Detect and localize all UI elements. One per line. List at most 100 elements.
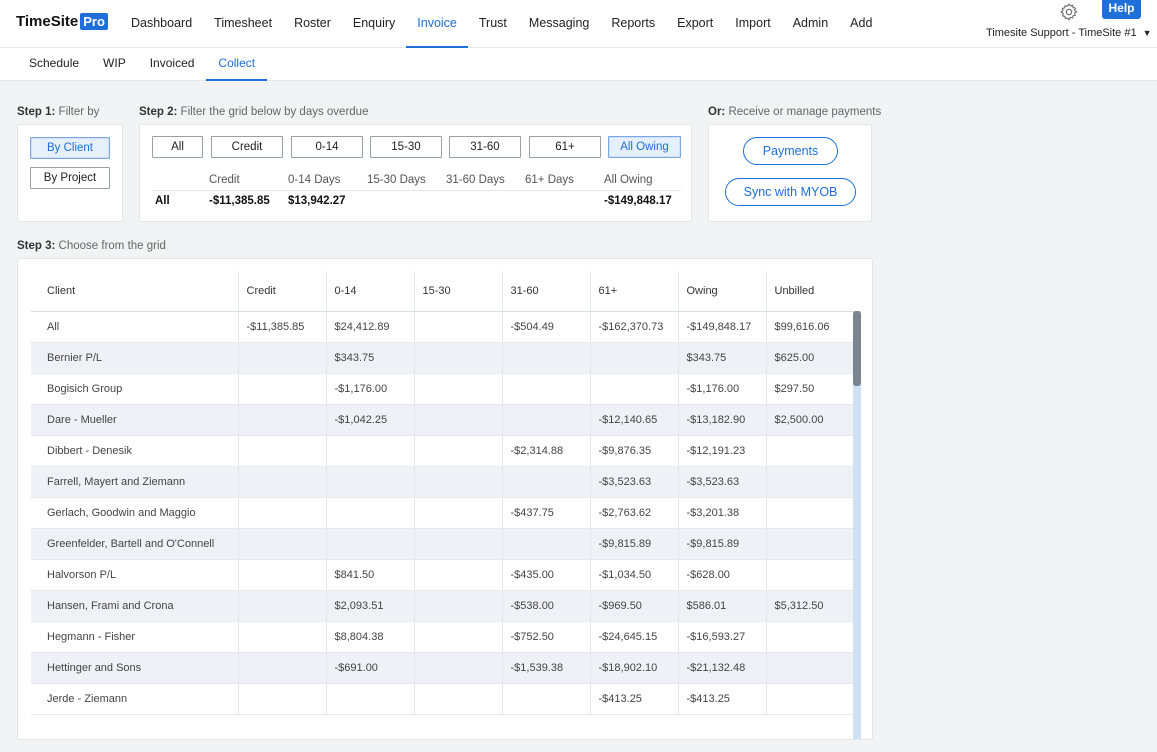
table-row[interactable]: Farrell, Mayert and Ziemann -$3,523.63 -$3… bbox=[31, 466, 861, 498]
table-body: All -$11,385.85 $24,412.89 -$504.49 -$162,37… bbox=[31, 311, 861, 715]
days-overdue-panel: All Credit 0-14 15-30 31-60 61+ All Owin… bbox=[139, 124, 692, 222]
by-project-button[interactable]: By Project bbox=[30, 167, 110, 189]
cell-unbilled bbox=[766, 435, 861, 467]
help-button[interactable]: Help bbox=[1102, 0, 1141, 19]
table-row[interactable]: All -$11,385.85 $24,412.89 -$504.49 -$162,37… bbox=[31, 311, 861, 343]
table-row[interactable]: Gerlach, Goodwin and Maggio -$437.75 -$2,7… bbox=[31, 497, 861, 529]
table-row[interactable]: Greenfelder, Bartell and O'Connell -$9,81… bbox=[31, 528, 861, 560]
cell-0-14: $8,804.38 bbox=[326, 621, 415, 653]
cell-owing: -$3,523.63 bbox=[678, 466, 767, 498]
table-row[interactable]: Hansen, Frami and Crona $2,093.51 -$538.00… bbox=[31, 590, 861, 622]
client-grid: Client Credit 0-14 15-30 31-60 61+ Owing… bbox=[31, 271, 861, 715]
cell-15-30 bbox=[414, 373, 503, 405]
nav-timesheet[interactable]: Timesheet bbox=[203, 0, 283, 48]
nav-messaging[interactable]: Messaging bbox=[518, 0, 600, 48]
filter-all-button[interactable]: All bbox=[152, 136, 203, 158]
table-row[interactable]: Dibbert - Denesik -$2,314.88 -$9,876.35 -$1… bbox=[31, 435, 861, 467]
cell-61-plus: -$1,034.50 bbox=[590, 559, 679, 591]
nav-invoice[interactable]: Invoice bbox=[406, 0, 468, 48]
nav-enquiry[interactable]: Enquiry bbox=[342, 0, 406, 48]
cell-0-14 bbox=[326, 683, 415, 715]
gear-icon[interactable] bbox=[1059, 2, 1079, 22]
filter-all-owing-button[interactable]: All Owing bbox=[608, 136, 681, 158]
cell-15-30 bbox=[414, 652, 503, 684]
cell-credit bbox=[238, 497, 327, 529]
cell-31-60: -$2,314.88 bbox=[502, 435, 591, 467]
step2-bold: Step 2: bbox=[139, 106, 178, 118]
filter-15-30-button[interactable]: 15-30 bbox=[370, 136, 442, 158]
step1-text: Filter by bbox=[55, 106, 100, 118]
cell-owing: -$16,593.27 bbox=[678, 621, 767, 653]
table-row[interactable]: Hettinger and Sons -$691.00 -$1,539.38 -$18… bbox=[31, 652, 861, 684]
col-unbilled[interactable]: Unbilled bbox=[766, 271, 861, 312]
sub-nav: Schedule WIP Invoiced Collect bbox=[17, 48, 268, 81]
table-row[interactable]: Bernier P/L $343.75 $343.75 $625.00 bbox=[31, 342, 861, 374]
tab-invoiced[interactable]: Invoiced bbox=[138, 48, 207, 81]
table-row[interactable]: Halvorson P/L $841.50 -$435.00 -$1,034.50 -$… bbox=[31, 559, 861, 591]
account-label: Timesite Support - TimeSite #1 bbox=[986, 27, 1137, 39]
cell-15-30 bbox=[414, 621, 503, 653]
col-61-plus[interactable]: 61+ bbox=[590, 271, 679, 312]
cell-0-14 bbox=[326, 435, 415, 467]
nav-add[interactable]: Add bbox=[839, 0, 883, 48]
nav-roster[interactable]: Roster bbox=[283, 0, 342, 48]
col-client[interactable]: Client bbox=[31, 271, 239, 312]
cell-credit: -$11,385.85 bbox=[238, 311, 327, 343]
brand-badge: Pro bbox=[80, 13, 108, 30]
nav-admin[interactable]: Admin bbox=[782, 0, 839, 48]
nav-import[interactable]: Import bbox=[724, 0, 781, 48]
or-label: Or: Receive or manage payments bbox=[708, 106, 881, 118]
account-menu[interactable]: Timesite Support - TimeSite #1 ▼ bbox=[986, 27, 1152, 39]
app-logo[interactable]: TimeSite Pro bbox=[16, 13, 108, 30]
col-0-14[interactable]: 0-14 bbox=[326, 271, 415, 312]
cell-client: Dibbert - Denesik bbox=[31, 435, 239, 467]
cell-owing: -$3,201.38 bbox=[678, 497, 767, 529]
summary-credit-value: -$11,385.85 bbox=[209, 195, 270, 207]
chevron-down-icon: ▼ bbox=[1142, 28, 1152, 38]
col-15-30[interactable]: 15-30 bbox=[414, 271, 503, 312]
cell-client: Hegmann - Fisher bbox=[31, 621, 239, 653]
filter-61-plus-button[interactable]: 61+ bbox=[529, 136, 601, 158]
filter-31-60-button[interactable]: 31-60 bbox=[449, 136, 521, 158]
table-row[interactable]: Jerde - Ziemann -$413.25 -$413.25 bbox=[31, 683, 861, 715]
tab-schedule[interactable]: Schedule bbox=[17, 48, 91, 81]
tab-wip[interactable]: WIP bbox=[91, 48, 138, 81]
by-client-button[interactable]: By Client bbox=[30, 137, 110, 159]
filter-0-14-button[interactable]: 0-14 bbox=[291, 136, 363, 158]
cell-unbilled bbox=[766, 621, 861, 653]
step2-label: Step 2: Filter the grid below by days ov… bbox=[139, 106, 368, 118]
cell-15-30 bbox=[414, 311, 503, 343]
payments-panel: Payments Sync with MYOB bbox=[708, 124, 872, 222]
cell-31-60: -$435.00 bbox=[502, 559, 591, 591]
col-credit[interactable]: Credit bbox=[238, 271, 327, 312]
cell-credit bbox=[238, 528, 327, 560]
cell-61-plus: -$969.50 bbox=[590, 590, 679, 622]
table-row[interactable]: Bogisich Group -$1,176.00 -$1,176.00 $297.5… bbox=[31, 373, 861, 405]
nav-export[interactable]: Export bbox=[666, 0, 724, 48]
cell-unbilled: $2,500.00 bbox=[766, 404, 861, 436]
client-table: Client Credit 0-14 15-30 31-60 61+ Owing… bbox=[31, 271, 861, 715]
cell-client: Jerde - Ziemann bbox=[31, 683, 239, 715]
table-row[interactable]: Hegmann - Fisher $8,804.38 -$752.50 -$24,64… bbox=[31, 621, 861, 653]
nav-dashboard[interactable]: Dashboard bbox=[120, 0, 203, 48]
filter-credit-button[interactable]: Credit bbox=[211, 136, 283, 158]
tab-collect[interactable]: Collect bbox=[206, 48, 268, 81]
summary-all-owing-value: -$149,848.17 bbox=[604, 195, 672, 207]
payments-button[interactable]: Payments bbox=[743, 137, 838, 165]
col-31-60[interactable]: 31-60 bbox=[502, 271, 591, 312]
cell-credit bbox=[238, 652, 327, 684]
nav-reports[interactable]: Reports bbox=[600, 0, 666, 48]
nav-trust[interactable]: Trust bbox=[468, 0, 518, 48]
cell-0-14: -$1,176.00 bbox=[326, 373, 415, 405]
table-row[interactable]: Dare - Mueller -$1,042.25 -$12,140.65 -$13,… bbox=[31, 404, 861, 436]
sync-myob-button[interactable]: Sync with MYOB bbox=[725, 178, 856, 206]
top-bar: TimeSite Pro Dashboard Timesheet Roster … bbox=[0, 0, 1157, 48]
grid-scrollbar-thumb[interactable] bbox=[853, 311, 861, 386]
col-owing[interactable]: Owing bbox=[678, 271, 767, 312]
cell-client: All bbox=[31, 311, 239, 343]
cell-31-60 bbox=[502, 683, 591, 715]
cell-31-60 bbox=[502, 528, 591, 560]
cell-credit bbox=[238, 373, 327, 405]
cell-31-60: -$504.49 bbox=[502, 311, 591, 343]
filter-by-panel: By Client By Project bbox=[17, 124, 123, 222]
